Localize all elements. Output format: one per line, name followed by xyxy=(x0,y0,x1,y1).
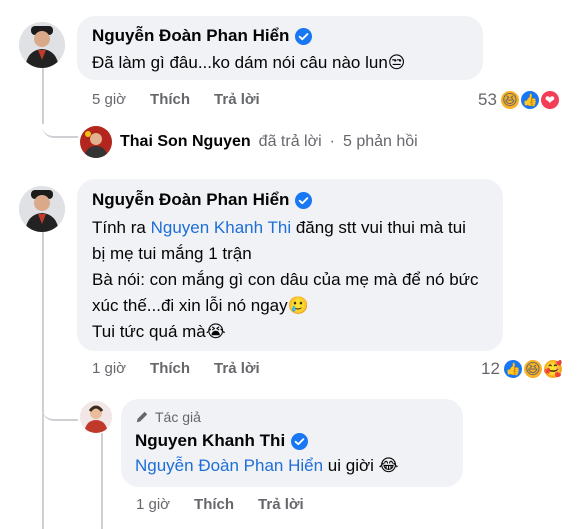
verified-badge-icon xyxy=(291,432,309,450)
comment-time[interactable]: 5 giờ xyxy=(92,91,126,108)
profile-photo-icon xyxy=(80,126,112,158)
author-name[interactable]: Nguyen Khanh Thi xyxy=(135,431,285,451)
mention-link[interactable]: Nguyen Khanh Thi xyxy=(151,218,292,237)
tearful-smile-emoji: 🥲 xyxy=(287,296,309,315)
comment-line: Tính ra Nguyen Khanh Thi đăng stt vui th… xyxy=(92,215,479,241)
comment-line: xúc thế...đi xin lỗi nó ngay🥲 xyxy=(92,293,479,319)
author-name[interactable]: Nguyễn Đoàn Phan Hiển xyxy=(92,190,289,210)
avatar[interactable] xyxy=(80,401,112,433)
text-segment: xúc thế...đi xin lỗi nó ngay xyxy=(92,296,288,315)
haha-reaction-icon: 😆 xyxy=(521,358,544,380)
text-segment: Tui tức quá mà xyxy=(92,322,206,341)
comment-bubble: Nguyễn Đoàn Phan Hiển Tính ra Nguyen Kha… xyxy=(77,179,503,351)
like-reaction-icon: 👍 xyxy=(518,89,541,111)
like-button[interactable]: Thích xyxy=(150,360,190,377)
comment-text: Tính ra Nguyen Khanh Thi đăng stt vui th… xyxy=(92,215,479,345)
verified-badge-icon xyxy=(295,27,313,45)
comment-text-body: Đã làm gì đâu...ko dám nói câu nào lun xyxy=(92,53,388,72)
reply-time[interactable]: 1 giờ xyxy=(136,496,170,513)
comment-author[interactable]: Nguyễn Đoàn Phan Hiển xyxy=(92,190,313,210)
text-segment: Tính ra xyxy=(92,218,151,237)
author-tag-label: Tác giả xyxy=(155,409,201,425)
reaction-count: 12 xyxy=(481,359,500,378)
thread-curve xyxy=(42,110,78,138)
crying-face-emoji: 😭 xyxy=(205,322,226,341)
profile-photo-icon xyxy=(80,401,112,433)
text-segment: đăng stt vui thui mà tui xyxy=(291,218,466,237)
reply-author[interactable]: Nguyen Khanh Thi xyxy=(135,431,309,451)
love-reaction-icon: ❤ xyxy=(538,89,561,111)
comment-line: Tui tức quá mà😭 xyxy=(92,319,479,345)
like-button[interactable]: Thích xyxy=(194,496,234,513)
comment-line: Bà nói: con mắng gì con dâu của mẹ mà để… xyxy=(92,270,479,289)
comment-text: Đã làm gì đâu...ko dám nói câu nào lun😒 xyxy=(92,50,406,76)
replier-avatar xyxy=(80,126,112,158)
like-button[interactable]: Thích xyxy=(150,91,190,108)
mention-link[interactable]: Nguyễn Đoàn Phan Hiển xyxy=(135,456,323,475)
pencil-icon xyxy=(136,411,148,423)
verified-badge-icon xyxy=(295,191,313,209)
reply-bubble: Tác giả Nguyen Khanh Thi Nguyễn Đoàn Pha… xyxy=(121,399,463,487)
separator-dot: · xyxy=(329,133,335,150)
comment-bubble: Nguyễn Đoàn Phan Hiển Đã làm gì đâu...ko… xyxy=(77,16,483,80)
comment-line: bị mẹ tui mắng 1 trận xyxy=(92,244,252,263)
reaction-summary[interactable]: 12 👍 😆 🥰 xyxy=(481,358,564,380)
reaction-count: 53 xyxy=(478,90,497,109)
profile-photo-icon xyxy=(19,186,65,232)
laughing-tears-emoji: 😂 xyxy=(378,456,399,475)
avatar[interactable] xyxy=(19,22,65,68)
comment-author[interactable]: Nguyễn Đoàn Phan Hiển xyxy=(92,26,313,46)
reaction-summary[interactable]: 53 😆 👍 ❤ xyxy=(478,89,561,111)
reply-text: Nguyễn Đoàn Phan Hiển ui giời 😂 xyxy=(135,453,399,479)
unamused-face-emoji: 😒 xyxy=(387,53,406,72)
reply-actions: 1 giờ Thích Trả lời xyxy=(136,496,304,513)
reply-button[interactable]: Trả lời xyxy=(214,91,260,108)
thread-line xyxy=(101,433,103,529)
replier-name: Thai Son Nguyen xyxy=(120,133,251,150)
replied-label: đã trả lời xyxy=(258,133,322,150)
text-segment: ui giời xyxy=(323,456,374,475)
avatar[interactable] xyxy=(19,186,65,232)
reply-count: 5 phản hồi xyxy=(342,133,418,150)
thread-curve xyxy=(42,395,78,421)
view-replies-link[interactable]: Thai Son Nguyen đã trả lời · 5 phản hồi xyxy=(80,126,418,158)
care-reaction-icon: 🥰 xyxy=(541,358,564,380)
thread-line xyxy=(42,216,44,529)
author-tag: Tác giả xyxy=(135,409,201,425)
comment-time[interactable]: 1 giờ xyxy=(92,360,126,377)
like-reaction-icon: 👍 xyxy=(501,358,524,380)
profile-photo-icon xyxy=(19,22,65,68)
comment-actions: 1 giờ Thích Trả lời xyxy=(92,360,260,377)
reply-button[interactable]: Trả lời xyxy=(258,496,304,513)
haha-reaction-icon: 😆 xyxy=(498,89,521,111)
reply-button[interactable]: Trả lời xyxy=(214,360,260,377)
author-name[interactable]: Nguyễn Đoàn Phan Hiển xyxy=(92,26,289,46)
comment-actions: 5 giờ Thích Trả lời xyxy=(92,91,260,108)
